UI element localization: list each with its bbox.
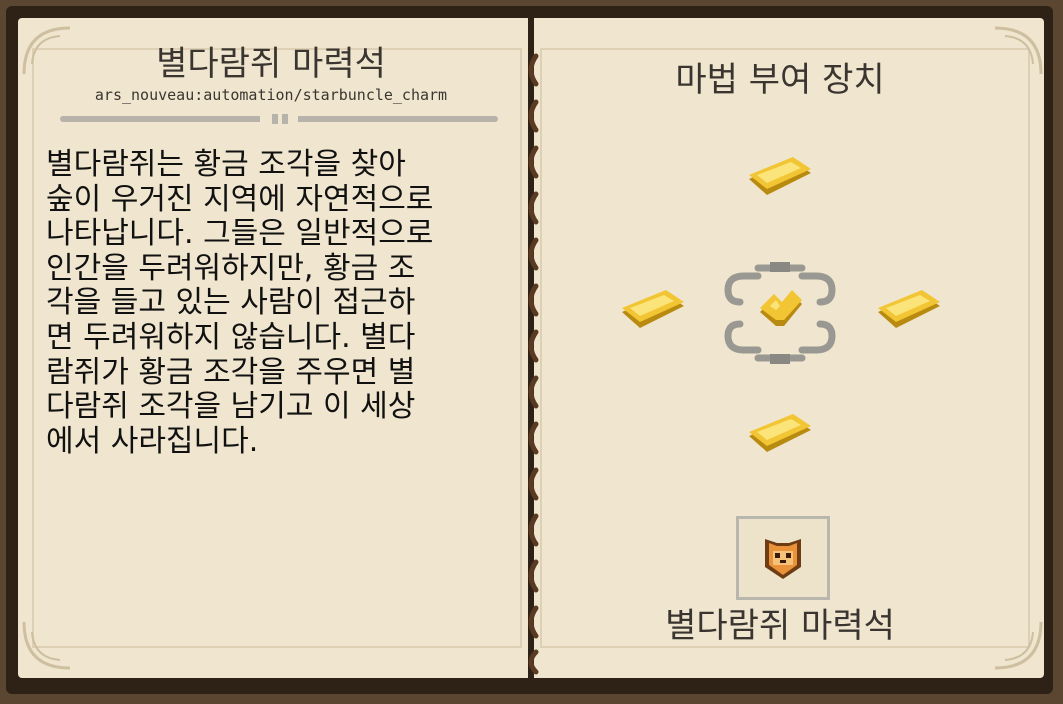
- entry-id: ars_nouveau:automation/starbuncle_charm: [94, 86, 448, 104]
- starbuncle-charm-icon: [765, 539, 801, 579]
- book-spine: [518, 40, 544, 680]
- entry-body-text: 별다람쥐는 황금 조각을 찾아 숲이 우거진 지역에 자연적으로 나타납니다. …: [46, 147, 434, 459]
- corner-ornament-icon: [22, 621, 71, 670]
- gold-ingot-icon[interactable]: [745, 412, 815, 458]
- gold-ingot-icon[interactable]: [745, 155, 815, 201]
- enchanting-apparatus-icon[interactable]: [718, 258, 842, 368]
- gold-ingot-icon[interactable]: [618, 288, 688, 334]
- guide-book: 별다람쥐 마력석 ars_nouveau:automation/starbunc…: [0, 0, 1063, 704]
- recipe-output-label: 별다람쥐 마력석: [665, 606, 895, 646]
- title-divider: [60, 113, 498, 125]
- recipe-output-slot[interactable]: [736, 516, 830, 600]
- gold-ingot-icon[interactable]: [874, 288, 944, 334]
- entry-title: 별다람쥐 마력석: [156, 44, 386, 84]
- gold-nugget-icon: [760, 290, 802, 326]
- recipe-type-title: 마법 부여 장치: [675, 60, 885, 100]
- spine-stitch-icon: [528, 53, 539, 675]
